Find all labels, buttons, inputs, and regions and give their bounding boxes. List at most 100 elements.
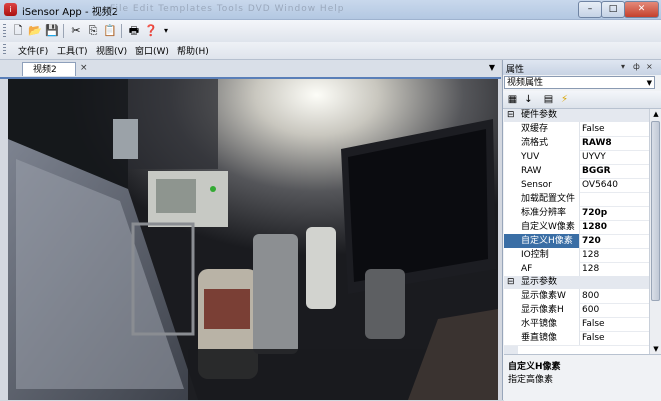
- maximize-button[interactable]: □: [601, 1, 625, 18]
- panel-close-icon[interactable]: ×: [646, 62, 653, 71]
- property-key: 垂直镜像: [504, 331, 580, 345]
- property-row[interactable]: AF 128: [504, 262, 649, 277]
- menu-grip: [3, 44, 6, 56]
- property-value[interactable]: 128: [582, 262, 649, 276]
- new-file-icon[interactable]: 🗋: [10, 23, 26, 39]
- object-selector-dropdown[interactable]: 视频属性 ▼: [504, 76, 655, 89]
- property-row[interactable]: Sensor OV5640: [504, 178, 649, 193]
- property-key: Sensor: [504, 178, 580, 192]
- toolbar-separator: [63, 24, 64, 38]
- property-key: 显示像素W: [504, 289, 580, 303]
- menu-file[interactable]: 文件(F): [18, 44, 48, 57]
- category-display[interactable]: ⊟ 显示参数: [504, 276, 649, 289]
- help-icon[interactable]: ❓: [143, 23, 159, 39]
- paste-icon[interactable]: 📋: [102, 23, 118, 39]
- property-key: IO控制: [504, 248, 580, 262]
- property-row[interactable]: YUV UYVY: [504, 150, 649, 165]
- property-row[interactable]: 水平镜像 False: [504, 317, 649, 332]
- scroll-thumb[interactable]: [651, 121, 660, 301]
- save-icon[interactable]: 💾: [44, 23, 60, 39]
- category-hardware[interactable]: ⊟ 硬件参数: [504, 109, 649, 122]
- property-description: 自定义H像素 指定高像素: [504, 354, 661, 401]
- property-value[interactable]: BGGR: [582, 164, 649, 178]
- category-label: 硬件参数: [521, 110, 558, 120]
- tab-close-icon[interactable]: ×: [80, 63, 88, 73]
- property-key: 自定义H像素: [504, 234, 580, 248]
- property-value[interactable]: False: [582, 317, 649, 331]
- property-row[interactable]: IO控制 128: [504, 248, 649, 263]
- print-icon[interactable]: 🖶: [126, 23, 142, 39]
- object-selector-value: 视频属性: [507, 78, 544, 88]
- property-row[interactable]: RAW BGGR: [504, 164, 649, 179]
- window-title: iSensor App - 视频2: [22, 7, 119, 18]
- events-icon[interactable]: ⚡: [558, 93, 571, 106]
- description-text: 指定高像素: [508, 375, 554, 385]
- property-key: 自定义W像素: [504, 220, 580, 234]
- cut-icon[interactable]: ✂: [68, 23, 84, 39]
- property-pages-icon[interactable]: ▤: [542, 93, 555, 106]
- property-key: 双缓存: [504, 122, 580, 136]
- background-menu-text: File Edit Templates Tools DVD Window Hel…: [110, 4, 345, 14]
- collapse-icon[interactable]: ⊟: [507, 276, 515, 289]
- property-key: YUV: [504, 150, 580, 164]
- property-value[interactable]: RAW8: [582, 136, 649, 150]
- sort-alphabetical-icon[interactable]: ↓: [522, 93, 535, 106]
- scroll-down-icon[interactable]: ▼: [651, 344, 661, 354]
- toolbar: 🗋 📂 💾 ✂ ⎘ 📋 🖶 ❓ ▾: [0, 20, 661, 42]
- panel-options-icon[interactable]: ▾: [621, 62, 625, 71]
- property-key: 水平镜像: [504, 317, 580, 331]
- copy-icon[interactable]: ⎘: [85, 23, 101, 39]
- property-grid-rows: ⊟ 硬件参数 双缓存 False 流格式 RAW8 YUV UYVY RAW B…: [504, 109, 649, 354]
- description-title: 自定义H像素: [508, 362, 561, 372]
- property-value[interactable]: 600: [582, 303, 649, 317]
- property-row[interactable]: 垂直镜像 False: [504, 331, 649, 346]
- property-key: 流格式: [504, 136, 580, 150]
- toolbar-grip[interactable]: [3, 24, 6, 38]
- property-value[interactable]: 800: [582, 289, 649, 303]
- property-value[interactable]: 128: [582, 248, 649, 262]
- property-row[interactable]: 自定义W像素 1280: [504, 220, 649, 235]
- property-value[interactable]: 1280: [582, 220, 649, 234]
- property-row-selected[interactable]: 自定义H像素 720: [504, 234, 649, 249]
- scroll-up-icon[interactable]: ▲: [651, 109, 661, 119]
- title-bar: i iSensor App - 视频2 File Edit Templates …: [0, 0, 661, 20]
- property-row[interactable]: 标准分辨率 720p: [504, 206, 649, 221]
- menu-view[interactable]: 视图(V): [96, 44, 127, 57]
- toolbar-separator: [121, 24, 122, 38]
- panel-pin-icon[interactable]: ф: [633, 62, 640, 71]
- video-preview[interactable]: [8, 79, 498, 400]
- property-key: 标准分辨率: [504, 206, 580, 220]
- menu-help[interactable]: 帮助(H): [177, 44, 209, 57]
- minimize-button[interactable]: –: [578, 1, 602, 18]
- property-row[interactable]: 双缓存 False: [504, 122, 649, 137]
- property-value[interactable]: 720p: [582, 206, 649, 220]
- property-toolbar: ▦ ↓ ▤ ⚡: [503, 91, 661, 109]
- open-folder-icon[interactable]: 📂: [27, 23, 43, 39]
- property-value[interactable]: OV5640: [582, 178, 649, 192]
- menu-window[interactable]: 窗口(W): [135, 44, 169, 57]
- document-tab-strip: 视频2 × ▼: [0, 60, 501, 79]
- collapse-icon[interactable]: ⊟: [507, 109, 515, 122]
- toolbar-overflow-icon[interactable]: ▾: [161, 23, 171, 39]
- property-row[interactable]: 流格式 RAW8: [504, 136, 649, 151]
- property-value[interactable]: UYVY: [582, 150, 649, 164]
- property-key: 显示像素H: [504, 303, 580, 317]
- tab-label: 视频2: [33, 65, 57, 75]
- tab-list-dropdown-icon[interactable]: ▼: [489, 63, 495, 72]
- properties-title: 属性: [506, 65, 525, 75]
- tab-video2[interactable]: 视频2: [22, 62, 76, 76]
- property-value[interactable]: 720: [582, 234, 649, 248]
- property-grid-scrollbar[interactable]: ▲ ▼: [649, 109, 661, 354]
- menu-tools[interactable]: 工具(T): [57, 44, 88, 57]
- property-row[interactable]: 显示像素H 600: [504, 303, 649, 318]
- property-value[interactable]: False: [582, 122, 649, 136]
- property-row[interactable]: 加载配置文件: [504, 192, 649, 207]
- property-key: 加载配置文件: [504, 192, 580, 206]
- property-value[interactable]: False: [582, 331, 649, 345]
- categorized-view-icon[interactable]: ▦: [506, 93, 519, 106]
- property-row[interactable]: 显示像素W 800: [504, 289, 649, 304]
- close-button[interactable]: ✕: [624, 1, 659, 18]
- menu-bar: 文件(F) 工具(T) 视图(V) 窗口(W) 帮助(H): [0, 42, 661, 60]
- chevron-down-icon: ▼: [646, 79, 652, 87]
- properties-panel: 属性 ▾ ф × 视频属性 ▼ ▦ ↓ ▤ ⚡ ⊟ 硬件参数 双缓存 False…: [502, 60, 661, 401]
